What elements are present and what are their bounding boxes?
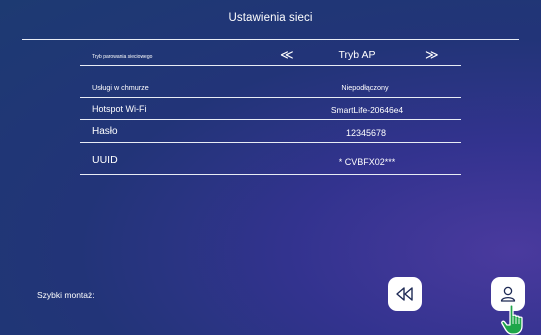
row-label-hotspot-wifi: Hotspot Wi-Fi xyxy=(92,104,147,114)
quick-setup-label: Szybki montaż: xyxy=(37,290,95,300)
double-chevron-right-icon: ≫ xyxy=(425,47,439,62)
hand-pointer-icon xyxy=(501,304,523,335)
rewind-icon xyxy=(396,287,413,301)
row-password[interactable]: Hasło 12345678 xyxy=(80,123,461,143)
double-chevron-left-icon: ≪ xyxy=(280,47,294,62)
row-divider xyxy=(80,65,461,66)
prev-mode-button[interactable]: ≪ xyxy=(280,46,294,64)
row-divider xyxy=(80,142,461,143)
user-icon xyxy=(500,286,516,302)
title-divider xyxy=(22,39,519,40)
back-button[interactable] xyxy=(388,277,422,311)
row-label-pairing-mode: Tryb parowania sieciowego xyxy=(92,54,153,60)
row-divider xyxy=(80,119,461,120)
page-title: Ustawienia sieci xyxy=(228,12,313,24)
row-cloud-services[interactable]: Usługi w chmurze Niepodłączony xyxy=(80,78,461,98)
next-mode-button[interactable]: ≫ xyxy=(425,46,439,64)
row-divider xyxy=(80,174,461,175)
row-pairing-mode: Tryb parowania sieciowego ≪ Tryb AP ≫ xyxy=(80,46,461,66)
row-divider xyxy=(80,97,461,98)
row-label-uuid: UUID xyxy=(92,154,118,166)
row-label-password: Hasło xyxy=(92,126,118,137)
row-label-cloud-services: Usługi w chmurze xyxy=(92,83,149,92)
row-hotspot-wifi[interactable]: Hotspot Wi-Fi SmartLife-20646e4 xyxy=(80,100,461,120)
row-uuid[interactable]: UUID * CVBFX02*** xyxy=(80,152,461,175)
